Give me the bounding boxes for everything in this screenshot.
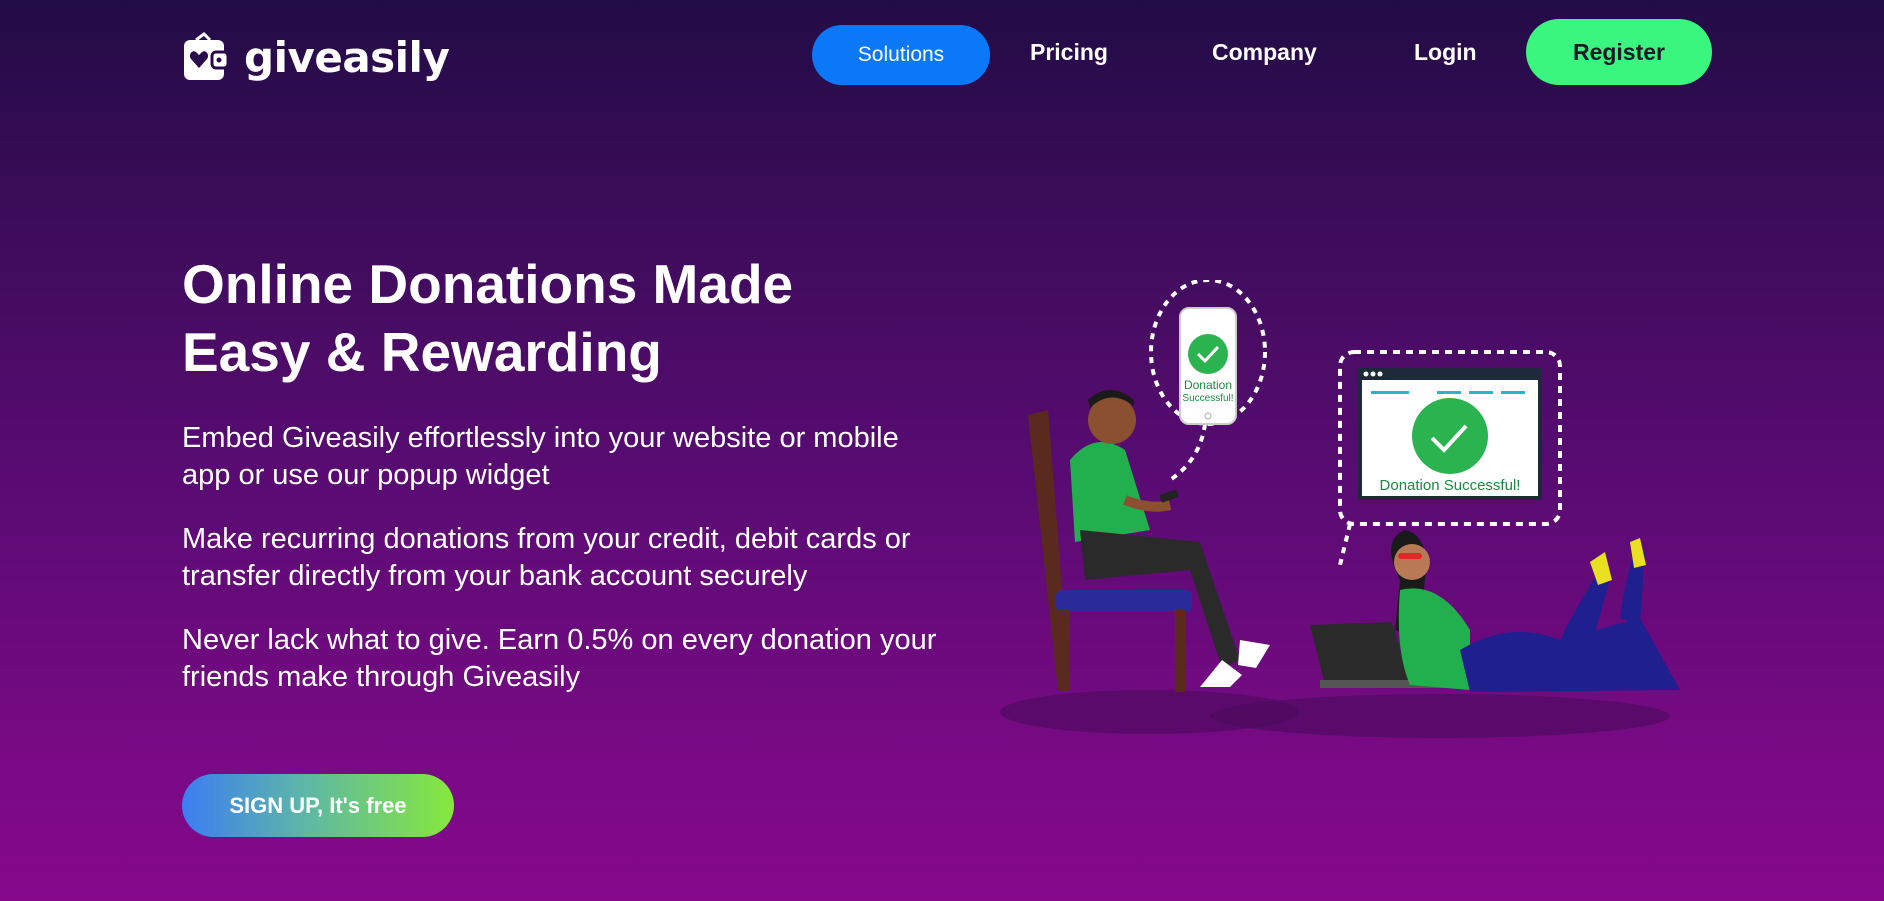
- hero-paragraph-recurring: Make recurring donations from your credi…: [182, 523, 911, 592]
- register-button[interactable]: Register: [1526, 19, 1712, 85]
- nav-company-link[interactable]: Company: [1212, 34, 1317, 70]
- lying-woman: [1391, 530, 1680, 692]
- hero-paragraph-earn: Never lack what to give. Earn 0.5% on ev…: [182, 624, 937, 693]
- hero-paragraph-embed: Embed Giveasily effortlessly into your w…: [182, 422, 899, 491]
- browser-bubble: Donation Successful!: [1338, 350, 1562, 566]
- nav-login-link[interactable]: Login: [1414, 34, 1477, 70]
- nav-pricing-link[interactable]: Pricing: [1030, 34, 1108, 70]
- phone-bubble: Donation Successful!: [1149, 280, 1267, 482]
- hero-illustration: Donation Successful! Donation Successful…: [1000, 280, 1680, 738]
- signup-button[interactable]: SIGN UP, It's free: [182, 774, 454, 837]
- top-nav: Solutions Pricing Company Login Register: [0, 0, 1884, 100]
- seated-man: [1070, 390, 1270, 687]
- phone-success-line2: Successful!: [1182, 393, 1233, 404]
- nav-solutions-button[interactable]: Solutions: [812, 25, 990, 85]
- hero-title: Online Donations Made Easy & Rewarding: [182, 253, 794, 383]
- browser-success-text: Donation Successful!: [1380, 477, 1521, 494]
- phone-success-line1: Donation: [1184, 378, 1232, 392]
